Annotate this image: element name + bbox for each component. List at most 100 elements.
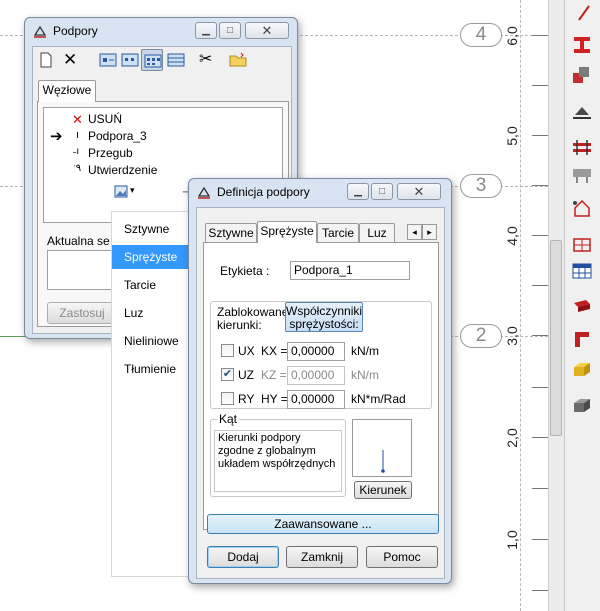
view-icons-button[interactable]: [141, 49, 163, 71]
kat-group: Kąt Kierunki podpory zgodne z globalnym …: [210, 412, 346, 497]
tree-item-utwierdzenie[interactable]: Utwierdzenie: [88, 163, 157, 177]
ruler-tick: [532, 488, 548, 489]
pomoc-button[interactable]: Pomoc: [366, 546, 438, 568]
view-details-icon[interactable]: [121, 52, 139, 68]
beam-icon[interactable]: [568, 294, 596, 320]
structure-bar: [0, 336, 26, 337]
zamknij-button[interactable]: Zamknij: [286, 546, 358, 568]
tree-item-podpora-3[interactable]: Podpora_3: [88, 129, 147, 143]
view-list-icon[interactable]: [99, 52, 117, 68]
angle-section-icon[interactable]: [568, 326, 596, 352]
line-tool-icon[interactable]: [568, 0, 596, 26]
zastosuj-button[interactable]: Zastosuj: [47, 302, 117, 324]
close-icon: ✕: [261, 22, 273, 38]
ruler-label: 1,0: [504, 530, 520, 550]
ruler-tick: [532, 35, 548, 36]
menu-item-sprezyste[interactable]: Sprężyste: [112, 245, 196, 269]
aktualna-label: Aktualna se: [47, 234, 110, 248]
table-icon[interactable]: [568, 258, 596, 284]
unit-label-hy: kN*m/Rad: [351, 392, 406, 406]
building-icon[interactable]: [568, 230, 596, 256]
menu-item-nieliniowe[interactable]: Nieliniowe: [112, 329, 196, 353]
offsets-icon[interactable]: [568, 162, 596, 188]
maximize-button[interactable]: □: [371, 183, 393, 200]
axis-bubble-2[interactable]: 2: [460, 324, 502, 348]
ruler-label: 4,0: [504, 226, 520, 246]
tab-tarcie[interactable]: Tarcie: [317, 223, 359, 243]
unit-label-kx: kN/m: [351, 344, 379, 358]
axis-bubble-3[interactable]: 3: [460, 174, 502, 198]
dir-label-ry: RY: [238, 392, 255, 406]
delete-icon[interactable]: ✕: [63, 51, 81, 69]
checkbox-ry[interactable]: [221, 392, 234, 405]
etykieta-input[interactable]: Podpora_1: [290, 261, 410, 280]
tab-scroll-right-icon[interactable]: ▸: [422, 224, 437, 240]
hy-input[interactable]: 0,00000: [287, 390, 345, 409]
arrow-right-icon: ➔: [50, 128, 63, 145]
tab-luz[interactable]: Luz: [359, 223, 395, 243]
tree-item-usun[interactable]: USUŃ: [88, 112, 122, 126]
close-button[interactable]: ✕: [245, 22, 289, 39]
kx-input[interactable]: 0,00000: [287, 342, 345, 361]
tab-wezlowe[interactable]: Węzłowe: [38, 80, 96, 102]
releases-icon[interactable]: [568, 134, 596, 160]
open-folder-icon[interactable]: [229, 52, 247, 68]
solid-block-icon[interactable]: [568, 392, 596, 418]
etykieta-label: Etykieta :: [220, 264, 270, 278]
load-box-icon[interactable]: [568, 356, 596, 382]
checkmark-icon: ✔: [222, 368, 233, 380]
menu-item-tarcie[interactable]: Tarcie: [112, 273, 196, 297]
support-node-icon: ı: [76, 129, 80, 141]
wspolczynniki-button[interactable]: Współczynniki sprężystości:: [285, 302, 363, 332]
zablokowane-group: Zablokowane kierunki: Współczynniki sprę…: [210, 301, 432, 409]
ruler-tick: [532, 185, 548, 186]
ruler-label: 3,0: [504, 326, 520, 346]
menu-item-sztywne[interactable]: Sztywne: [112, 217, 196, 241]
new-icon[interactable]: [39, 52, 57, 70]
ruler-tick: [532, 437, 548, 438]
support-icon[interactable]: [568, 98, 596, 124]
section-profile-icon[interactable]: [568, 32, 596, 58]
coef-label-hy: HY =: [261, 392, 288, 406]
minimize-icon: ▁: [202, 25, 210, 36]
close-button[interactable]: ✕: [397, 183, 441, 200]
minimize-button[interactable]: ▁: [195, 22, 217, 39]
kierunek-button[interactable]: Kierunek: [354, 481, 412, 499]
definicja-window: Definicja podpory ▁ □ ✕ Sztywne Sprężyst…: [188, 178, 452, 584]
checkbox-ux[interactable]: [221, 344, 234, 357]
menu-item-tlumienie[interactable]: Tłumienie: [112, 357, 196, 381]
axis-bubble-4[interactable]: 4: [460, 23, 502, 47]
ruler-label: 2,0: [504, 428, 520, 448]
house-node-icon[interactable]: [568, 195, 596, 221]
menu-item-luz[interactable]: Luz: [112, 301, 196, 325]
scissors-icon[interactable]: ✂: [199, 51, 217, 69]
ruler-label: 6,0: [504, 26, 520, 46]
tab-sprezyste[interactable]: Sprężyste: [257, 221, 317, 243]
zablokowane-label: Zablokowane kierunki:: [217, 305, 289, 332]
picture-dropdown[interactable]: ▾: [114, 185, 140, 203]
close-icon: ✕: [413, 183, 425, 199]
ruler-tick: [532, 235, 548, 236]
tab-scroll: ◂ ▸: [407, 224, 437, 240]
material-icon[interactable]: [568, 62, 596, 88]
view-table-icon[interactable]: [167, 52, 185, 68]
ruler-tick: [532, 285, 548, 286]
kat-label: Kąt: [217, 412, 240, 426]
zaawansowane-button[interactable]: Zaawansowane ...: [207, 514, 439, 534]
ruler-tick: [532, 335, 548, 336]
fixed-node-icon: ˑ۹: [73, 163, 82, 174]
checkbox-uz[interactable]: ✔: [221, 368, 234, 381]
kz-input[interactable]: 0,00000: [287, 366, 345, 385]
scrollbar-thumb[interactable]: [550, 240, 562, 436]
maximize-icon: □: [226, 25, 234, 36]
minimize-icon: ▁: [354, 186, 362, 197]
unit-label-kz: kN/m: [351, 368, 379, 382]
tab-scroll-left-icon[interactable]: ◂: [407, 224, 422, 240]
support-type-menu: Sztywne Sprężyste Tarcie Luz Nieliniowe …: [111, 211, 196, 577]
minimize-button[interactable]: ▁: [347, 183, 369, 200]
tab-sztywne[interactable]: Sztywne: [205, 223, 257, 243]
aktualna-field[interactable]: [47, 250, 119, 290]
dodaj-button[interactable]: Dodaj: [207, 546, 279, 568]
maximize-button[interactable]: □: [219, 22, 241, 39]
tree-item-przegub[interactable]: Przegub: [88, 146, 133, 160]
